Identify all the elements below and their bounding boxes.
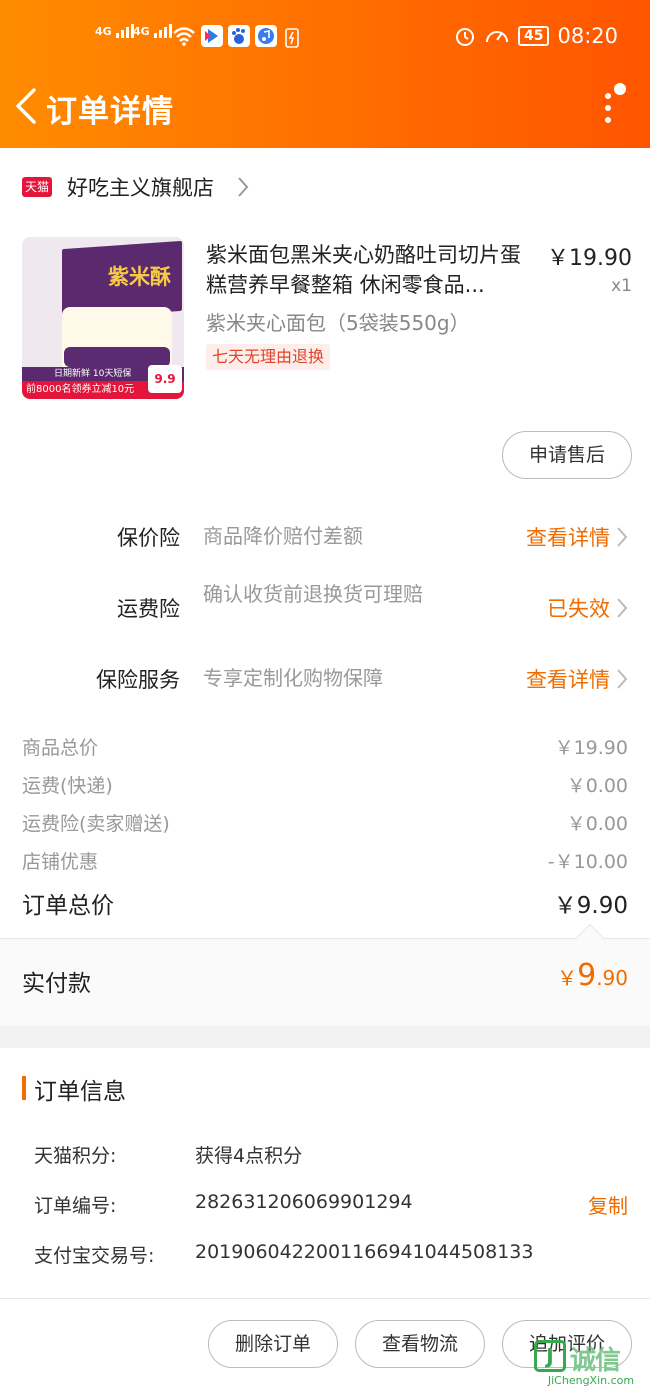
chevron-right-icon[interactable]	[616, 668, 628, 690]
fee-row: 店铺优惠 -￥10.00	[22, 847, 628, 874]
fee-label: 运费险(卖家赠送)	[22, 813, 170, 835]
watermark: J 诚信 JiChengXin.com	[532, 1340, 650, 1390]
watermark-text: 诚信	[570, 1346, 621, 1376]
fee-value: -￥10.00	[547, 851, 628, 873]
insurance-desc-price-protect: 商品降价赔付差额	[203, 524, 363, 548]
order-info-title: 订单信息	[34, 1079, 126, 1105]
charging-icon	[285, 28, 299, 48]
clock: 08:20	[557, 24, 618, 48]
points-value: 获得4点积分	[195, 1145, 303, 1167]
section-accent	[22, 1076, 26, 1100]
view-logistics-button[interactable]: 查看物流	[355, 1320, 485, 1368]
alarm-icon	[455, 28, 474, 46]
payment-currency: ￥	[557, 966, 578, 990]
signal-2: 4G	[133, 24, 174, 38]
fee-value: ￥19.90	[554, 737, 628, 759]
order-number-value: 282631206069901294	[195, 1191, 413, 1213]
top-bar: 4G 4G 45 08:20 订单详情	[0, 0, 650, 148]
product-box-label: 紫米酥	[108, 265, 171, 289]
battery-indicator: 45	[517, 26, 550, 46]
chevron-right-icon[interactable]	[616, 597, 628, 619]
wifi-icon	[173, 27, 195, 46]
signal-2-label: 4G	[133, 25, 150, 38]
insurance-desc-shipping: 确认收货前退换货可理赔	[203, 582, 423, 606]
delete-order-button[interactable]: 删除订单	[208, 1320, 338, 1368]
baidu-app-icon	[228, 25, 250, 47]
status-bar: 4G 4G 45 08:20	[0, 0, 650, 76]
fee-label: 商品总价	[22, 737, 99, 759]
signal-bars-icon	[153, 24, 174, 38]
return-policy-tag: 七天无理由退换	[206, 344, 331, 370]
alipay-trade-label: 支付宝交易号:	[34, 1245, 155, 1267]
payment-decimal: .90	[596, 966, 628, 990]
store-name[interactable]: 好吃主义旗舰店	[67, 172, 214, 202]
tmall-badge: 天猫	[22, 177, 52, 197]
product-price: ￥19.90	[547, 246, 632, 271]
alipay-trade-value: 2019060422001166941044508133	[195, 1241, 534, 1263]
back-arrow-icon[interactable]	[12, 86, 38, 126]
fee-label: 店铺优惠	[22, 851, 99, 873]
chevron-right-icon[interactable]	[236, 175, 250, 199]
insurance-link-price-protect[interactable]: 查看详情	[526, 522, 610, 552]
order-number-label: 订单编号:	[34, 1195, 117, 1217]
page-title: 订单详情	[46, 94, 174, 130]
order-total-row: 订单总价 ￥9.90	[22, 886, 628, 920]
fee-value: ￥0.00	[566, 775, 628, 797]
copy-order-number-button[interactable]: 复制	[588, 1190, 628, 1219]
watermark-logo-icon: J	[534, 1340, 566, 1372]
points-label: 天猫积分:	[34, 1145, 117, 1167]
insurance-link-service[interactable]: 查看详情	[526, 664, 610, 694]
payment-integer: 9	[577, 958, 597, 993]
after-sale-button[interactable]: 申请售后	[502, 431, 632, 479]
chevron-right-icon[interactable]	[616, 526, 628, 548]
signal-1: 4G	[95, 24, 136, 38]
insurance-label-service: 保险服务	[96, 668, 180, 692]
fee-row: 运费险(卖家赠送) ￥0.00	[22, 809, 628, 836]
more-menu-icon[interactable]	[600, 82, 636, 132]
fee-row: 运费(快递) ￥0.00	[22, 771, 628, 798]
insurance-label-price-protect: 保价险	[117, 526, 180, 550]
fee-row: 商品总价 ￥19.90	[22, 733, 628, 760]
fee-label: 运费(快递)	[22, 775, 113, 797]
watermark-url: JiChengXin.com	[547, 1374, 635, 1387]
order-total-label: 订单总价	[22, 893, 114, 919]
product-thumbnail[interactable]: 紫米酥 日期新鲜 10天短保 前8000名领券立减10元 9.9	[22, 237, 184, 399]
youku-app-icon	[201, 25, 223, 47]
order-total-value: ￥9.90	[553, 893, 628, 919]
product-quantity: x1	[611, 276, 632, 296]
image-price-badge: 9.9	[148, 365, 182, 393]
status-right: 45 08:20	[454, 24, 618, 48]
signal-1-label: 4G	[95, 25, 112, 38]
payment-label: 实付款	[22, 971, 91, 997]
payment-amount: ￥9.90	[557, 958, 628, 993]
filling-graphic	[64, 347, 170, 367]
product-title[interactable]: 紫米面包黑米夹心奶酪吐司切片蛋糕营养早餐整箱 休闲零食品...	[206, 240, 536, 300]
insurance-link-shipping[interactable]: 已失效	[547, 593, 610, 623]
nav-bar: 订单详情	[0, 76, 650, 148]
payment-bar	[0, 938, 650, 1026]
product-sku: 紫米夹心面包（5袋装550g）	[206, 311, 470, 335]
image-price: 9.9	[154, 372, 176, 386]
insurance-label-shipping: 运费险	[117, 597, 180, 621]
music-app-icon	[255, 25, 277, 47]
gauge-icon	[485, 31, 508, 43]
insurance-desc-service: 专享定制化购物保障	[203, 666, 383, 690]
fee-value: ￥0.00	[566, 813, 628, 835]
